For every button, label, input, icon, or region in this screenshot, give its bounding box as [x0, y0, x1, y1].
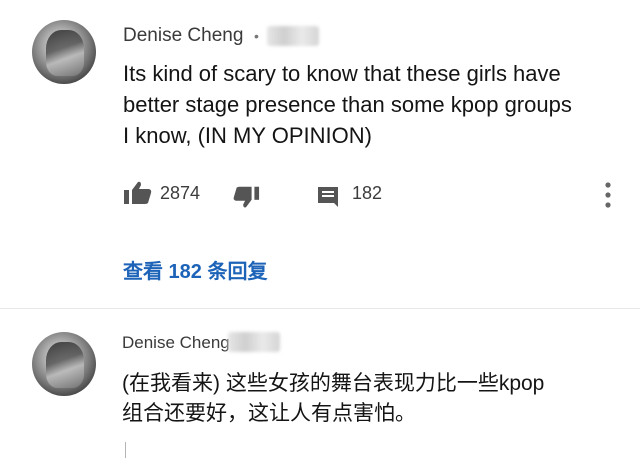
avatar[interactable] — [32, 332, 96, 396]
like-count: 2874 — [160, 183, 201, 203]
reply-count: 182 — [352, 183, 383, 203]
separator-dot: • — [254, 28, 259, 44]
comment-line: better stage presence than some kpop gro… — [123, 92, 572, 117]
comment-line: (在我看来) 这些女孩的舞台表现力比一些kpop — [122, 372, 545, 395]
thumbs-up-icon[interactable] — [123, 180, 153, 206]
view-replies-link[interactable]: 查看 182 条回复 — [123, 255, 267, 284]
redacted-timestamp — [267, 26, 319, 46]
comment-text: Its kind of scary to know that these gir… — [123, 58, 623, 151]
redacted-timestamp — [228, 332, 280, 352]
comment-line: 组合还要好，这让人有点害怕。 — [122, 402, 416, 425]
thumbs-down-icon[interactable] — [232, 184, 260, 210]
text-cursor — [125, 442, 126, 458]
divider — [0, 308, 640, 309]
more-vert-icon[interactable] — [603, 181, 613, 209]
comment-author[interactable]: Denise Cheng — [122, 333, 230, 353]
comment-text: (在我看来) 这些女孩的舞台表现力比一些kpop 组合还要好，这让人有点害怕。 — [122, 369, 632, 429]
avatar[interactable] — [32, 20, 96, 84]
comment-line: I know, (IN MY OPINION) — [123, 123, 372, 148]
comment-line: Its kind of scary to know that these gir… — [123, 61, 561, 86]
comment-author[interactable]: Denise Cheng — [123, 25, 243, 47]
comment-icon[interactable] — [316, 185, 340, 209]
